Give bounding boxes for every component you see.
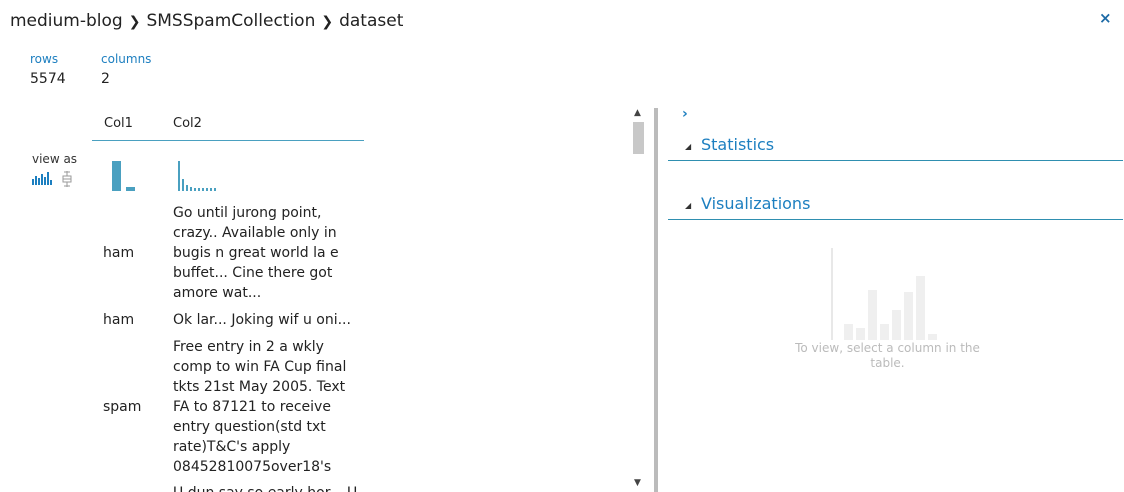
table-cell: Go until jurong point, crazy.. Available…: [173, 205, 339, 301]
breadcrumb-item-dataset: dataset: [339, 11, 404, 31]
breadcrumb: medium-blog ❯ SMSSpamCollection ❯ dataset: [10, 11, 403, 31]
breadcrumb-separator-icon: ❯: [321, 14, 334, 30]
columns-stat: columns 2: [101, 52, 151, 87]
collapse-triangle-icon[interactable]: ◢: [685, 201, 691, 210]
table-header: Col1 Col2: [92, 108, 364, 141]
dataset-table: Col1 Col2 ham Go until jurong point, cra…: [92, 108, 636, 492]
table-row[interactable]: ham Ok lar... Joking wif u oni...: [92, 305, 636, 335]
breadcrumb-item-experiment[interactable]: SMSSpamCollection: [146, 11, 315, 31]
panel-splitter[interactable]: [654, 108, 658, 492]
statistics-title: Statistics: [701, 135, 775, 154]
breadcrumb-item-project[interactable]: medium-blog: [10, 11, 123, 31]
table-cell: ham: [103, 245, 135, 261]
close-button[interactable]: ×: [1099, 9, 1112, 27]
chevron-right-icon[interactable]: ›: [682, 106, 688, 122]
placeholder-message: To view, select a column in the table.: [795, 341, 980, 370]
rows-label: rows: [30, 52, 59, 66]
view-as-label: view as: [32, 152, 78, 166]
table-row[interactable]: spam Free entry in 2 a wkly comp to win …: [92, 335, 636, 479]
table-cell: ham: [103, 312, 135, 328]
table-scrollbar[interactable]: ▲ ▼: [631, 108, 646, 492]
scroll-up-icon[interactable]: ▲: [634, 108, 641, 118]
column-histograms: [92, 141, 636, 201]
collapse-triangle-icon[interactable]: ◢: [685, 142, 691, 151]
col1-histogram-icon[interactable]: [112, 161, 138, 193]
columns-value: 2: [101, 71, 110, 87]
breadcrumb-separator-icon: ❯: [128, 14, 141, 30]
rows-stat: rows 5574: [30, 52, 66, 87]
table-cell: spam: [103, 399, 142, 415]
histogram-icon[interactable]: [32, 171, 52, 187]
table-cell: U dun say so early hor... U: [173, 483, 363, 492]
view-as-toggle: [32, 171, 72, 187]
table-row[interactable]: U dun say so early hor... U: [92, 479, 636, 492]
empty-chart-icon: [831, 248, 937, 340]
columns-label: columns: [101, 52, 152, 66]
statistics-section[interactable]: ◢ Statistics: [668, 131, 1123, 161]
table-cell: Ok lar... Joking wif u oni...: [173, 312, 351, 328]
visualizations-section[interactable]: ◢ Visualizations: [668, 190, 1123, 220]
column-header-col2[interactable]: Col2: [173, 116, 202, 131]
column-header-col1[interactable]: Col1: [104, 116, 133, 131]
table-row[interactable]: ham Go until jurong point, crazy.. Avail…: [92, 201, 636, 305]
scrollbar-thumb[interactable]: [633, 122, 644, 154]
scroll-down-icon[interactable]: ▼: [634, 478, 641, 488]
table-cell: Free entry in 2 a wkly comp to win FA Cu…: [173, 339, 347, 475]
col2-histogram-icon[interactable]: [178, 161, 218, 193]
boxplot-icon[interactable]: [62, 171, 72, 187]
visualizations-title: Visualizations: [701, 194, 811, 213]
rows-value: 5574: [30, 71, 66, 87]
